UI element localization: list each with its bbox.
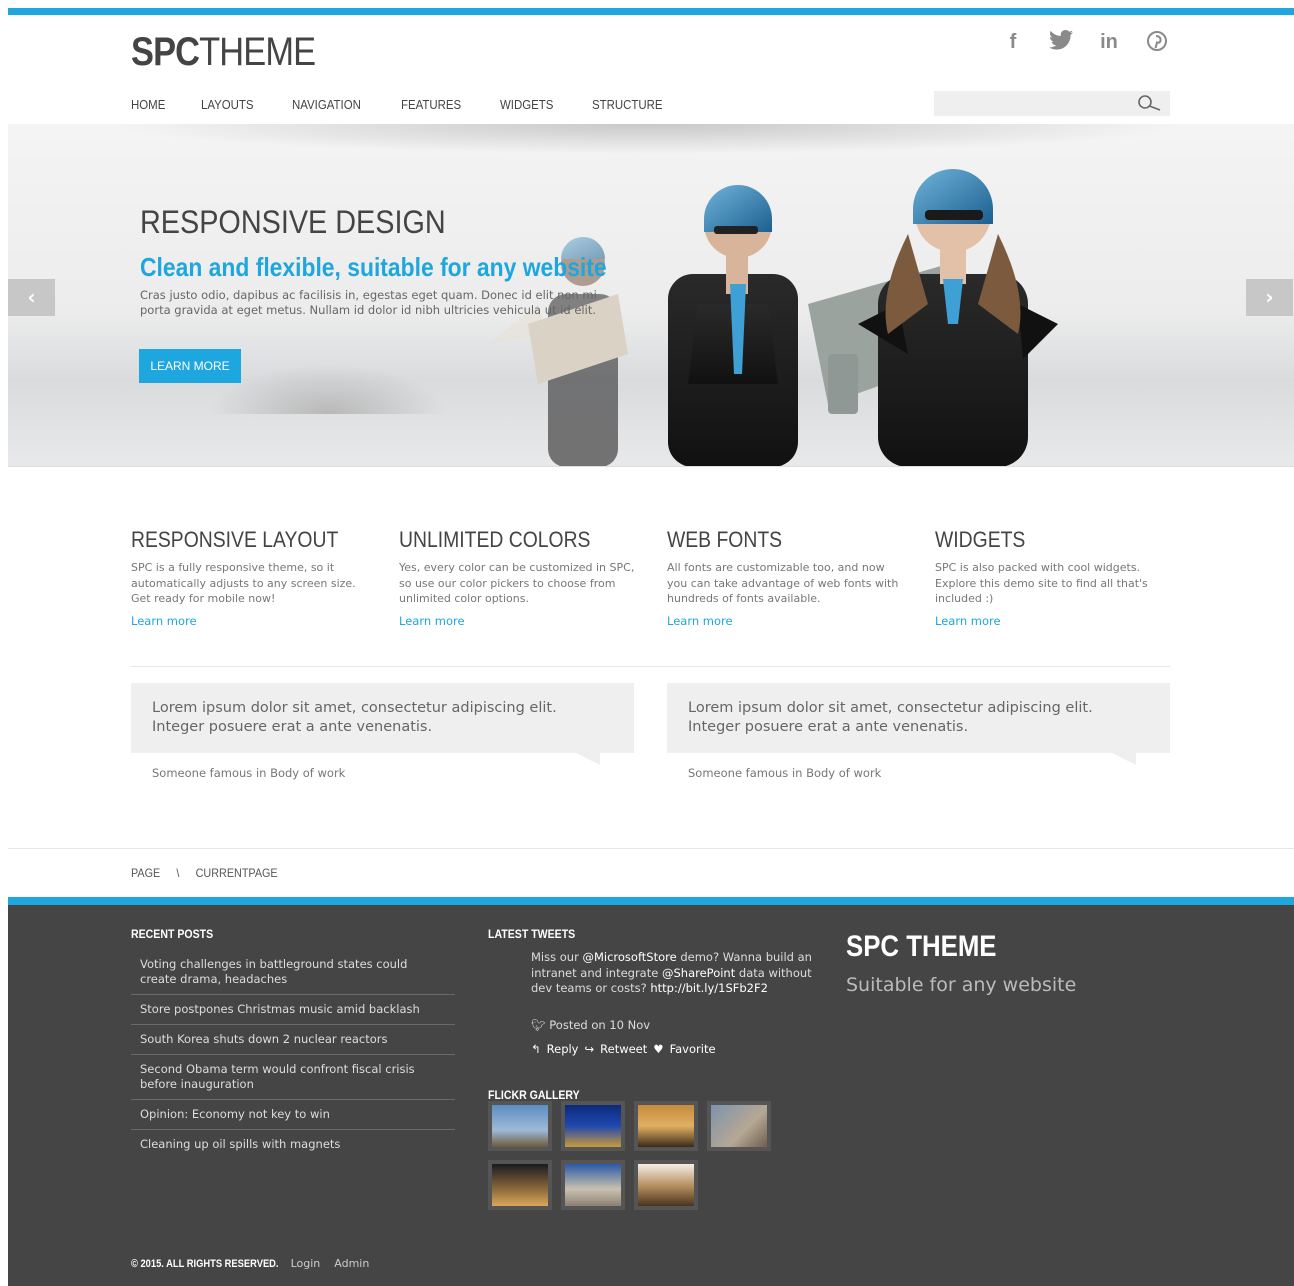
tweet-mention-link[interactable]: @MicrosoftStore xyxy=(582,950,676,964)
tweet-meta: 🐦︎ Posted on 10 Nov xyxy=(531,1018,651,1032)
nav-structure[interactable]: STRUCTURE xyxy=(592,97,663,112)
nav-home[interactable]: HOME xyxy=(131,97,165,112)
reply-icon: ↰ xyxy=(531,1042,541,1056)
top-accent-bar xyxy=(8,8,1294,15)
testimonial-cite: Someone famous in Body of work xyxy=(688,766,882,780)
feature-card: RESPONSIVE LAYOUT SPC is a fully respons… xyxy=(131,527,399,628)
testimonial-cite: Someone famous in Body of work xyxy=(152,766,346,780)
footer-bottom: © 2015. ALL RIGHTS RESERVED. Login Admin xyxy=(131,1257,369,1270)
recent-post-link[interactable]: Store postpones Christmas music amid bac… xyxy=(131,995,455,1025)
admin-link[interactable]: Admin xyxy=(334,1257,369,1270)
hero-body: Cras justo odio, dapibus ac facilisis in… xyxy=(140,288,597,317)
divider xyxy=(131,666,1170,667)
testimonial-quote: Lorem ipsum dolor sit amet, consectetur … xyxy=(131,683,634,765)
recent-posts-list: Voting challenges in battleground states… xyxy=(131,950,455,1159)
footer-brand-title: SPC THEME xyxy=(846,930,997,963)
twitter-icon: 🐦︎ xyxy=(531,1018,546,1032)
feature-learn-more-link[interactable]: Learn more xyxy=(935,614,1173,628)
footer-tagline: Suitable for any website xyxy=(846,974,1077,996)
recent-post-link[interactable]: South Korea shuts down 2 nuclear reactor… xyxy=(131,1025,455,1055)
latest-tweets-heading: LATEST TWEETS xyxy=(488,927,576,941)
recent-post-link[interactable]: Opinion: Economy not key to win xyxy=(131,1100,455,1130)
nav-widgets[interactable]: WIDGETS xyxy=(500,97,553,112)
tweet-mention-link[interactable]: @SharePoint xyxy=(662,966,735,980)
search-box xyxy=(934,91,1170,116)
tweet-reply-link[interactable]: Reply xyxy=(547,1042,579,1056)
features-row: RESPONSIVE LAYOUT SPC is a fully respons… xyxy=(131,527,1203,628)
feature-title: WIDGETS xyxy=(935,527,1026,552)
slider-next-button[interactable]: › xyxy=(1246,279,1293,316)
twitter-icon[interactable] xyxy=(1048,30,1074,54)
tweet-actions: ↰ Reply ↪ Retweet ♥ Favorite xyxy=(531,1042,716,1056)
recent-post-link[interactable]: Second Obama term would confront fiscal … xyxy=(131,1055,455,1100)
feature-learn-more-link[interactable]: Learn more xyxy=(131,614,369,628)
hero-slider: RESPONSIVE DESIGN Clean and flexible, su… xyxy=(8,124,1294,467)
hero-background-mountain xyxy=(208,364,448,414)
site-logo[interactable]: SPCTHEME xyxy=(131,30,316,75)
feature-title: WEB FONTS xyxy=(667,527,783,552)
feature-text: Yes, every color can be customized in SP… xyxy=(399,561,635,605)
hero-title: RESPONSIVE DESIGN xyxy=(140,204,446,240)
gallery-thumbnail[interactable] xyxy=(634,1160,698,1210)
tweet-retweet-link[interactable]: Retweet xyxy=(600,1042,647,1056)
site-footer: RECENT POSTS Voting challenges in battle… xyxy=(8,897,1294,1286)
breadcrumb-page-link[interactable]: PAGE xyxy=(131,866,160,880)
learn-more-button[interactable]: LEARN MORE xyxy=(139,349,241,383)
feature-text: All fonts are customizable too, and now … xyxy=(667,561,899,605)
main-nav: HOME LAYOUTS NAVIGATION FEATURES WIDGETS… xyxy=(131,97,703,112)
linkedin-icon[interactable]: in xyxy=(1096,30,1122,54)
chevron-right-icon: › xyxy=(1265,285,1274,309)
gallery-thumbnail[interactable] xyxy=(707,1101,771,1151)
flickr-gallery xyxy=(488,1101,788,1210)
copyright-text: © 2015. ALL RIGHTS RESERVED. xyxy=(131,1258,279,1270)
feature-title: RESPONSIVE LAYOUT xyxy=(131,527,339,552)
feature-card: UNLIMITED COLORS Yes, every color can be… xyxy=(399,527,667,628)
divider xyxy=(8,848,1294,849)
feature-learn-more-link[interactable]: Learn more xyxy=(667,614,905,628)
tweet-favorite-link[interactable]: Favorite xyxy=(670,1042,716,1056)
retweet-icon: ↪ xyxy=(584,1042,595,1056)
feature-learn-more-link[interactable]: Learn more xyxy=(399,614,637,628)
tweet-url-link[interactable]: http://bit.ly/1SFb2F2 xyxy=(650,981,768,995)
feature-text: SPC is also packed with cool widgets. Ex… xyxy=(935,561,1148,605)
search-input[interactable] xyxy=(934,91,1134,116)
facebook-icon[interactable]: f xyxy=(1000,30,1026,54)
recent-post-link[interactable]: Cleaning up oil spills with magnets xyxy=(131,1130,455,1159)
breadcrumb-separator: \ xyxy=(176,866,180,880)
login-link[interactable]: Login xyxy=(291,1257,321,1270)
slider-prev-button[interactable]: ‹ xyxy=(8,279,55,316)
breadcrumb-current: CURRENTPAGE xyxy=(195,866,278,880)
feature-card: WEB FONTS All fonts are customizable too… xyxy=(667,527,935,628)
recent-post-link[interactable]: Voting challenges in battleground states… xyxy=(131,950,455,995)
gallery-thumbnail[interactable] xyxy=(561,1101,625,1151)
feature-text: SPC is a fully responsive theme, so it a… xyxy=(131,561,356,605)
flickr-gallery-heading: FLICKR GALLERY xyxy=(488,1088,580,1102)
pinterest-icon[interactable] xyxy=(1144,30,1170,54)
heart-icon: ♥ xyxy=(653,1042,664,1056)
search-icon[interactable] xyxy=(1136,94,1162,116)
recent-posts-heading: RECENT POSTS xyxy=(131,927,214,941)
gallery-thumbnail[interactable] xyxy=(561,1160,625,1210)
breadcrumb: PAGE \ CURRENTPAGE xyxy=(131,866,278,880)
feature-title: UNLIMITED COLORS xyxy=(399,527,591,552)
gallery-thumbnail[interactable] xyxy=(634,1101,698,1151)
hero-subtitle: Clean and flexible, suitable for any web… xyxy=(140,252,607,282)
nav-layouts[interactable]: LAYOUTS xyxy=(201,97,254,112)
feature-card: WIDGETS SPC is also packed with cool wid… xyxy=(935,527,1203,628)
tweet-text: Miss our @MicrosoftStore demo? Wanna bui… xyxy=(531,950,812,995)
chevron-left-icon: ‹ xyxy=(27,285,36,309)
nav-navigation[interactable]: NAVIGATION xyxy=(292,97,361,112)
testimonial-quote: Lorem ipsum dolor sit amet, consectetur … xyxy=(667,683,1170,765)
header-shadow xyxy=(108,124,1188,154)
social-links: f in xyxy=(1000,30,1170,54)
gallery-thumbnail[interactable] xyxy=(488,1160,552,1210)
nav-features[interactable]: FEATURES xyxy=(401,97,461,112)
gallery-thumbnail[interactable] xyxy=(488,1101,552,1151)
